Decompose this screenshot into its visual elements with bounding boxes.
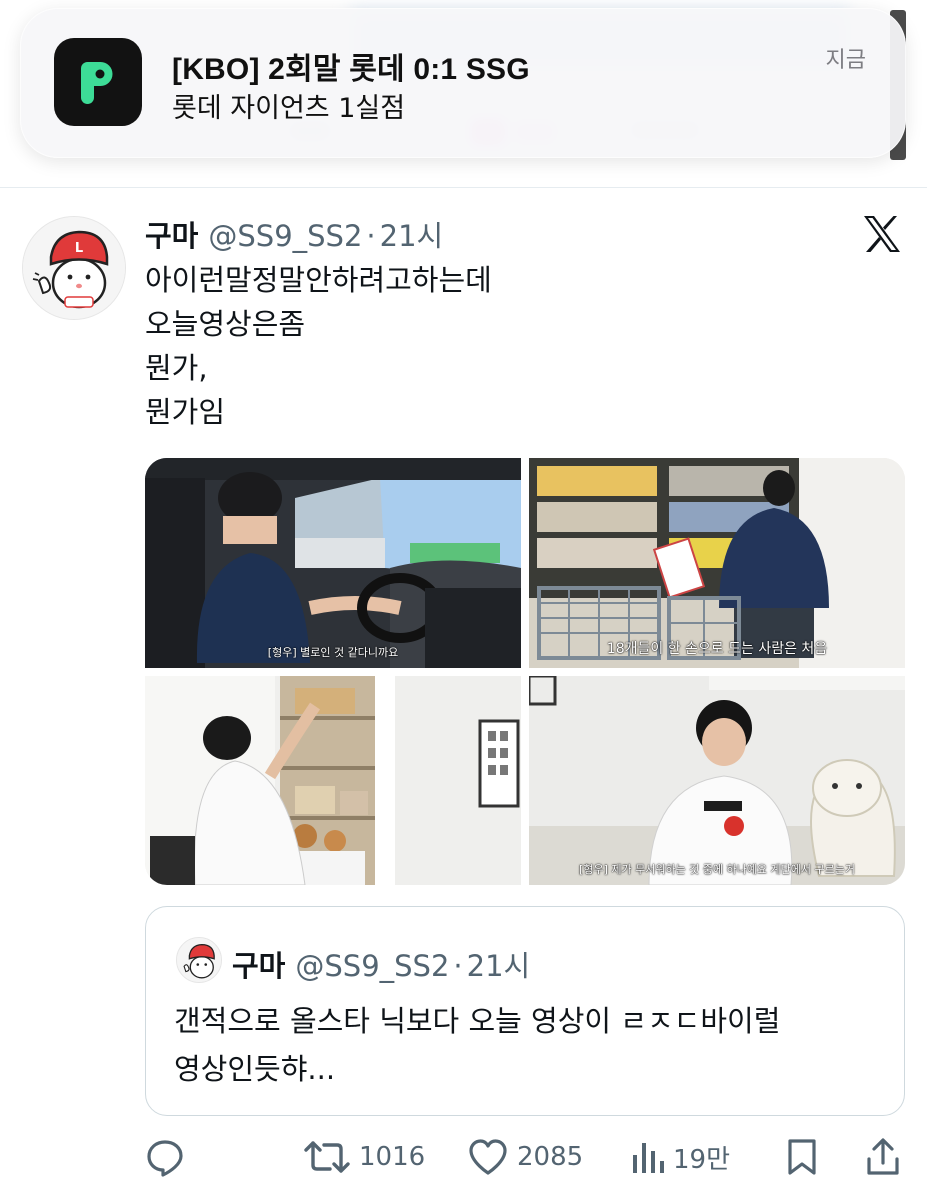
share-button[interactable]: [865, 1134, 901, 1180]
tweet-timestamp[interactable]: 21시: [380, 219, 444, 253]
r-app-icon: [54, 38, 142, 126]
retweet-icon: [304, 1141, 350, 1173]
svg-text:L: L: [75, 241, 83, 256]
quote-timestamp[interactable]: 21시: [467, 949, 531, 983]
reply-button[interactable]: [145, 1134, 185, 1180]
quote-header: 구마 @SS9_SS2 · 21시: [232, 943, 530, 985]
media-photo-interview[interactable]: [형우] 제가 무서워하는 것 중에 하나예요 계단에서 구르는거: [529, 676, 905, 885]
quote-text-line: 영상인듯햐...: [174, 1052, 336, 1086]
tweet-header: 구마 @SS9_SS2 · 21시: [145, 213, 443, 255]
quote-text-line: 갠적으로 올스타 닉보다 오늘 영상이 ㄹㅈㄷ바이럴: [174, 1004, 781, 1038]
media-photo-driving[interactable]: [형우] 별로인 것 같다니까요: [145, 458, 521, 668]
media-photo-shelf[interactable]: [145, 676, 521, 885]
media-caption: 18개들이 한 손으로 드는 사람은 처음: [606, 641, 828, 657]
views-icon: [633, 1143, 664, 1173]
tweet-actions: 1016 2085 19만: [145, 1134, 907, 1180]
notification-time: 지금: [825, 48, 866, 73]
views-count: 19만: [673, 1144, 731, 1175]
tweet-text-line: 오늘영상은좀: [145, 307, 306, 341]
media-grid: [형우] 별로인 것 같다니까요 18개들이 한 손으로 드는 사람은 처음 […: [145, 458, 905, 885]
push-notification[interactable]: [KBO] 2회말 롯데 0:1 SSG 롯데 자이언츠 1실점 지금: [20, 8, 906, 158]
divider: [0, 187, 927, 188]
views-button[interactable]: 19만: [631, 1134, 730, 1180]
share-icon: [867, 1138, 899, 1175]
separator-dot: ·: [366, 219, 376, 253]
reply-icon: [147, 1140, 183, 1177]
retweet-count: 1016: [359, 1142, 426, 1172]
like-button[interactable]: 2085: [467, 1134, 583, 1180]
quote-text: 갠적으로 올스타 닉보다 오늘 영상이 ㄹㅈㄷ바이럴 영상인듯햐...: [174, 997, 884, 1093]
bookmark-button[interactable]: [785, 1134, 819, 1180]
tweet-text-line: 아이런말정말안하려고하는데: [145, 263, 492, 297]
author-handle[interactable]: @SS9_SS2: [208, 219, 362, 253]
bookmark-icon: [788, 1139, 816, 1175]
quoted-tweet[interactable]: 구마 @SS9_SS2 · 21시 갠적으로 올스타 닉보다 오늘 영상이 ㄹㅈㄷ바이…: [145, 906, 905, 1116]
notification-body: 롯데 자이언츠 1실점: [172, 93, 406, 124]
heart-icon: [469, 1139, 507, 1175]
quote-author-handle[interactable]: @SS9_SS2: [295, 949, 449, 983]
quote-avatar[interactable]: [176, 937, 222, 983]
like-count: 2085: [517, 1142, 584, 1172]
retweet-button[interactable]: 1016: [303, 1134, 425, 1180]
media-caption: [형우] 제가 무서워하는 것 중에 하나예요 계단에서 구르는거: [579, 863, 855, 876]
author-name[interactable]: 구마: [145, 219, 198, 253]
media-photo-warehouse[interactable]: 18개들이 한 손으로 드는 사람은 처음: [529, 458, 905, 668]
media-caption: [형우] 별로인 것 같다니까요: [267, 646, 399, 659]
separator-dot: ·: [453, 949, 463, 983]
notification-title: [KBO] 2회말 롯데 0:1 SSG: [172, 53, 530, 86]
tweet-text-line: 뭔가임: [145, 395, 226, 429]
tweet-text: 아이런말정말안하려고하는데 오늘영상은좀 뭔가, 뭔가임: [145, 258, 885, 434]
avatar[interactable]: L: [22, 216, 126, 320]
tweet-text-line: 뭔가,: [145, 351, 208, 385]
x-logo-icon: [860, 212, 904, 256]
quote-author-name[interactable]: 구마: [232, 949, 285, 983]
